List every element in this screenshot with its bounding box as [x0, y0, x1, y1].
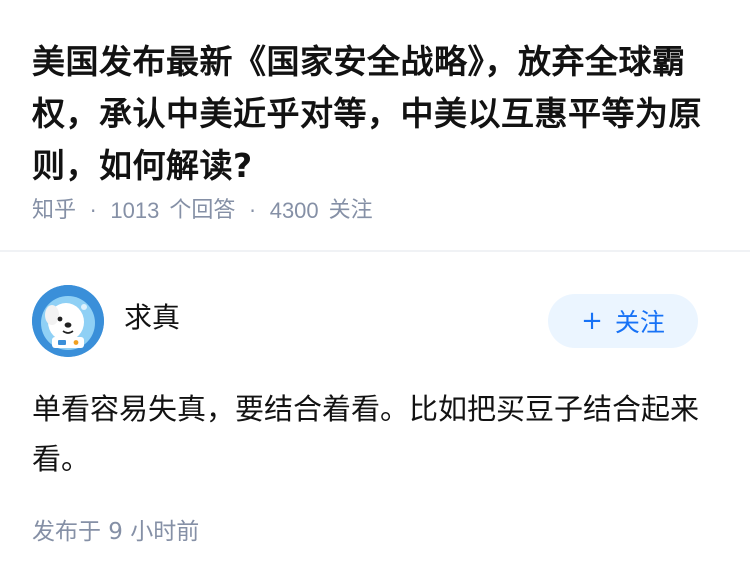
follow-label: 关注: [614, 308, 665, 337]
cartoon-dog-avatar-icon[interactable]: [32, 285, 104, 357]
question-header: 美国发布最新《国家安全战略》，放弃全球霸权，承认中美近乎对等，中美以互惠平等为原…: [0, 0, 750, 250]
answer-count: 1013: [110, 198, 160, 223]
follower-count-label: 关注: [328, 198, 373, 223]
author-name[interactable]: 求真: [124, 300, 180, 336]
follower-count: 4300: [269, 198, 319, 223]
source-label[interactable]: 知乎: [32, 196, 76, 226]
follow-button[interactable]: + 关注: [548, 294, 698, 348]
meta-separator: ·: [90, 199, 97, 223]
plus-icon: +: [581, 306, 603, 336]
publish-time: 发布于 9 小时前: [32, 519, 200, 545]
question-title[interactable]: 美国发布最新《国家安全战略》，放弃全球霸权，承认中美近乎对等，中美以互惠平等为原…: [32, 36, 722, 192]
section-divider: [0, 250, 750, 252]
answer-content[interactable]: 单看容易失真，要结合着看。比如把买豆子结合起来看。: [32, 384, 722, 484]
answer-count-label: 个回答: [169, 198, 236, 223]
meta-separator: ·: [249, 199, 256, 223]
question-meta: 知乎 · 1013 个回答 · 4300 关注: [32, 196, 373, 226]
